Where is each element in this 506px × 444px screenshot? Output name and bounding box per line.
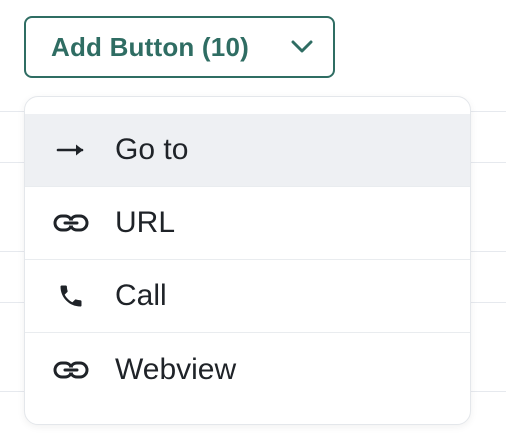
link-icon bbox=[51, 208, 91, 238]
add-button-menu: Go to URL Call Webview bbox=[24, 96, 471, 425]
arrow-right-icon bbox=[51, 135, 91, 165]
menu-item-url[interactable]: URL bbox=[25, 187, 470, 260]
menu-item-label: Go to bbox=[115, 133, 189, 166]
add-button-label: Add Button (10) bbox=[51, 31, 249, 62]
link-icon bbox=[51, 355, 91, 385]
menu-item-webview[interactable]: Webview bbox=[25, 333, 470, 406]
menu-item-goto[interactable]: Go to bbox=[25, 114, 470, 187]
menu-item-label: Webview bbox=[115, 352, 237, 386]
chevron-down-icon bbox=[291, 40, 313, 54]
menu-item-call[interactable]: Call bbox=[25, 260, 470, 333]
menu-item-label: URL bbox=[115, 206, 176, 239]
menu-item-label: Call bbox=[115, 279, 167, 312]
phone-icon bbox=[51, 281, 91, 311]
add-button-dropdown[interactable]: Add Button (10) bbox=[24, 16, 335, 78]
